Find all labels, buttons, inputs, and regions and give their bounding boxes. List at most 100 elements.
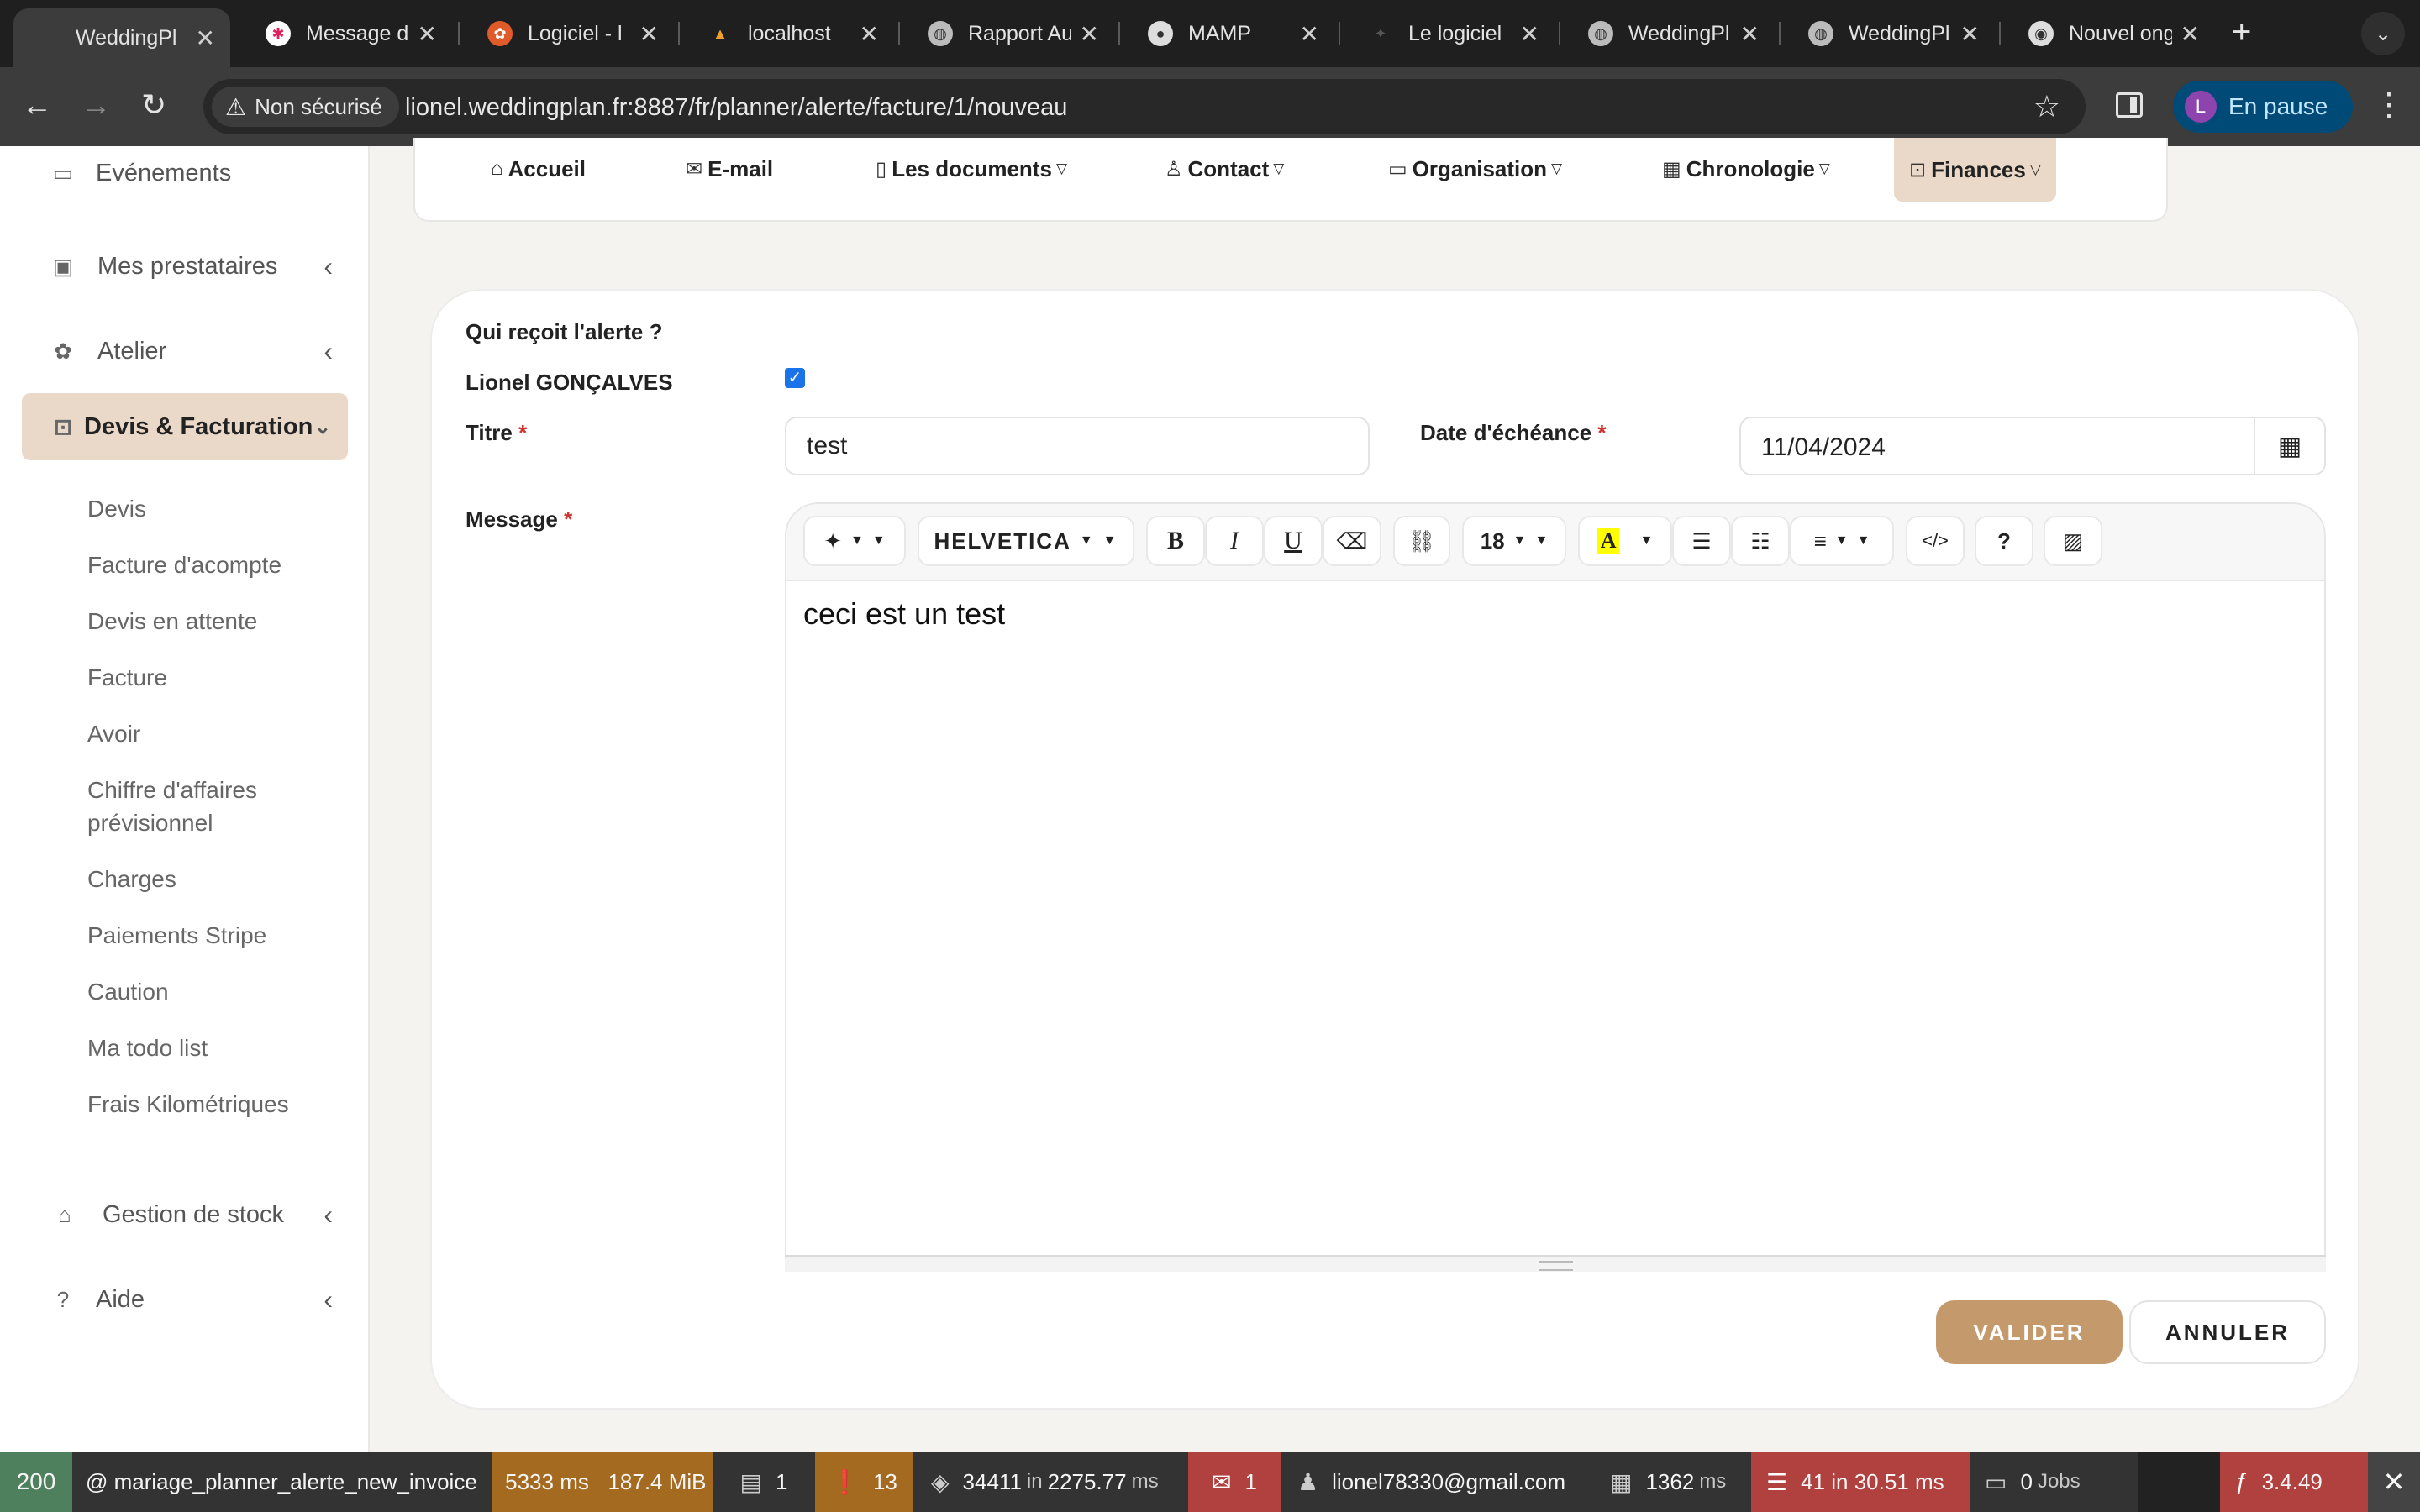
validate-button[interactable]: VALIDER: [1936, 1300, 2123, 1364]
sidebar-item-prestataires[interactable]: ▣ Mes prestataires ‹: [0, 241, 370, 291]
sidebar-subitem-chiffre-affaires[interactable]: Chiffre d'affaires prévisionnel: [87, 774, 306, 839]
editor-content[interactable]: ceci est un test: [803, 596, 1005, 632]
tab-accueil[interactable]: ⌂ Accueil: [491, 148, 586, 190]
jobs-panel[interactable]: ▭ 0 Jobs: [1970, 1452, 2138, 1512]
browser-tab[interactable]: WeddingPl ✕: [13, 8, 230, 67]
tab-contact[interactable]: ♙ Contact ▽: [1165, 148, 1284, 190]
database-icon: ☰: [1766, 1468, 1788, 1495]
editor-resize-handle[interactable]: [785, 1255, 2326, 1272]
security-chip[interactable]: ⚠ Non sécurisé: [212, 87, 399, 127]
tab-finances[interactable]: ⊡ Finances ▽: [1894, 138, 2056, 202]
message-editor[interactable]: ✦ ▼ ▼ HELVETICA ▼ ▼ B I U ⌫ ⛓ 18 ▼ ▼ A ▼ ☰ ☷ ≡ ▼…: [785, 502, 2326, 1272]
url-text[interactable]: lionel.weddingplan.fr:8887/fr/planner/al…: [405, 94, 1067, 122]
tab-documents[interactable]: ▯ Les documents ▽: [876, 148, 1067, 190]
eraser-icon[interactable]: ⌫: [1323, 516, 1381, 566]
tab-organisation[interactable]: ▭ Organisation ▽: [1388, 148, 1562, 190]
close-icon[interactable]: ✕: [1080, 20, 1099, 48]
user-panel[interactable]: ♟ lionel78330@gmail.com: [1281, 1452, 1591, 1512]
recipient-checkbox[interactable]: ✓: [785, 368, 805, 388]
sidebar-item-devis-facturation[interactable]: ⊡ Devis & Facturation ⌄: [22, 393, 348, 460]
browser-tab[interactable]: ▲ localhost ✕: [686, 10, 894, 57]
close-icon[interactable]: ✕: [1960, 20, 1980, 48]
back-arrow-icon[interactable]: ←: [22, 87, 52, 123]
style-dropdown[interactable]: ✦ ▼ ▼: [803, 516, 906, 566]
browser-tab[interactable]: ◍ WeddingPl ✕: [1566, 10, 1775, 57]
address-bar[interactable]: ⚠ Non sécurisé lionel.weddingplan.fr:888…: [203, 79, 2086, 134]
browser-tab[interactable]: ✦ Le logiciel ✕: [1346, 10, 1555, 57]
bold-icon[interactable]: B: [1146, 516, 1205, 566]
link-icon[interactable]: ⛓: [1393, 516, 1450, 566]
side-panel-icon[interactable]: [2116, 92, 2143, 118]
chevron-down-icon[interactable]: ⌄: [2361, 12, 2405, 55]
request-time[interactable]: 5333 ms: [492, 1452, 602, 1512]
forms-panel[interactable]: ▤ 1: [713, 1452, 815, 1512]
database-panel[interactable]: ☰ 41 in 30.51 ms: [1751, 1452, 1970, 1512]
bookmark-star-icon[interactable]: ☆: [2033, 89, 2060, 124]
tab-chronologie[interactable]: ▦ Chronologie ▽: [1662, 148, 1830, 190]
browser-tab[interactable]: ● MAMP ✕: [1126, 10, 1334, 57]
underline-icon[interactable]: U: [1264, 516, 1323, 566]
align-dropdown[interactable]: ≡ ▼ ▼: [1790, 516, 1894, 566]
memory-usage[interactable]: 187.4 MiB: [602, 1452, 713, 1512]
browser-tab[interactable]: ✱ Message d ✕: [244, 10, 452, 57]
calendar-icon[interactable]: ▦: [2254, 418, 2324, 474]
browser-tab[interactable]: ✿ Logiciel - l ✕: [466, 10, 674, 57]
close-icon[interactable]: ✕: [196, 24, 215, 52]
sidebar-subitem-facture[interactable]: Facture: [87, 661, 339, 694]
sidebar-subitem-caution[interactable]: Caution: [87, 975, 339, 1008]
title-input[interactable]: test: [785, 417, 1370, 475]
close-icon[interactable]: ✕: [2181, 20, 2200, 48]
browser-tab[interactable]: ◍ WeddingPl ✕: [1786, 10, 1995, 57]
sidebar-item-evenements[interactable]: ▭ Evénements: [0, 148, 370, 198]
sidebar-subitem-frais-km[interactable]: Frais Kilométriques: [87, 1088, 339, 1121]
sidebar-subitem-devis[interactable]: Devis: [87, 492, 339, 525]
tab-email[interactable]: ✉ E-mail: [686, 148, 773, 190]
new-tab-icon[interactable]: +: [2232, 13, 2251, 51]
close-icon[interactable]: ✕: [1740, 20, 1760, 48]
bullet-list-icon[interactable]: ☰: [1672, 516, 1731, 566]
sidebar-item-aide[interactable]: ? Aide ‹: [0, 1274, 370, 1325]
chevron-left-icon: ‹: [324, 1284, 333, 1315]
symfony-version[interactable]: ƒ 3.4.49: [2220, 1452, 2368, 1512]
close-icon[interactable]: ✕: [1300, 20, 1319, 48]
close-icon[interactable]: ✕: [639, 20, 659, 48]
due-date-label: Date d'échéance *: [1420, 420, 1607, 445]
close-icon[interactable]: ✕: [2368, 1452, 2420, 1512]
browser-tab[interactable]: ◉ Nouvel ong ✕: [2007, 10, 2215, 57]
font-family-dropdown[interactable]: HELVETICA ▼ ▼: [918, 516, 1134, 566]
cache-panel[interactable]: ◈ 34411 in 2275.77 ms: [913, 1452, 1190, 1512]
translation-panel[interactable]: ✉ 1: [1188, 1452, 1281, 1512]
warnings-panel[interactable]: ❗ 13: [815, 1452, 913, 1512]
sidebar-subitem-devis-attente[interactable]: Devis en attente: [87, 605, 339, 638]
sidebar-item-stock[interactable]: ⌂ Gestion de stock ‹: [0, 1189, 370, 1240]
sidebar-subitem-avoir[interactable]: Avoir: [87, 717, 339, 750]
sidebar-item-atelier[interactable]: ✿ Atelier ‹: [0, 326, 370, 376]
more-menu-icon[interactable]: ⋮: [2373, 86, 2405, 123]
highlight-color-button[interactable]: A ▼: [1578, 516, 1672, 566]
close-icon[interactable]: ✕: [1520, 20, 1539, 48]
help-icon[interactable]: ?: [1975, 516, 2033, 566]
route-name[interactable]: @ mariage_planner_alerte_new_invoice: [72, 1452, 492, 1512]
sidebar-subitem-facture-acompte[interactable]: Facture d'acompte: [87, 549, 339, 581]
font-size-dropdown[interactable]: 18 ▼ ▼: [1462, 516, 1566, 566]
image-icon[interactable]: ▨: [2044, 516, 2102, 566]
close-icon[interactable]: ✕: [418, 20, 437, 48]
italic-icon[interactable]: I: [1205, 516, 1264, 566]
profile-button[interactable]: L En pause: [2173, 81, 2354, 133]
tab-title: localhost: [748, 21, 831, 45]
due-date-value[interactable]: 11/04/2024: [1761, 433, 1886, 462]
cancel-button[interactable]: ANNULER: [2129, 1300, 2326, 1364]
status-code[interactable]: 200: [0, 1452, 72, 1512]
close-icon[interactable]: ✕: [860, 20, 879, 48]
sidebar-subitem-paiements-stripe[interactable]: Paiements Stripe: [87, 919, 339, 952]
numbered-list-icon[interactable]: ☷: [1731, 516, 1790, 566]
reload-icon[interactable]: ↻: [141, 87, 166, 123]
due-date-field[interactable]: 11/04/2024 ▦: [1739, 417, 2326, 475]
twig-panel[interactable]: ▦ 1362 ms: [1591, 1452, 1751, 1512]
browser-tab[interactable]: ◍ Rapport Au ✕: [906, 10, 1114, 57]
forward-arrow-icon[interactable]: →: [81, 87, 111, 123]
code-view-icon[interactable]: </>: [1906, 516, 1965, 566]
sidebar-subitem-charges[interactable]: Charges: [87, 863, 339, 895]
sidebar-subitem-todo[interactable]: Ma todo list: [87, 1032, 339, 1064]
avatar: L: [2185, 91, 2217, 123]
